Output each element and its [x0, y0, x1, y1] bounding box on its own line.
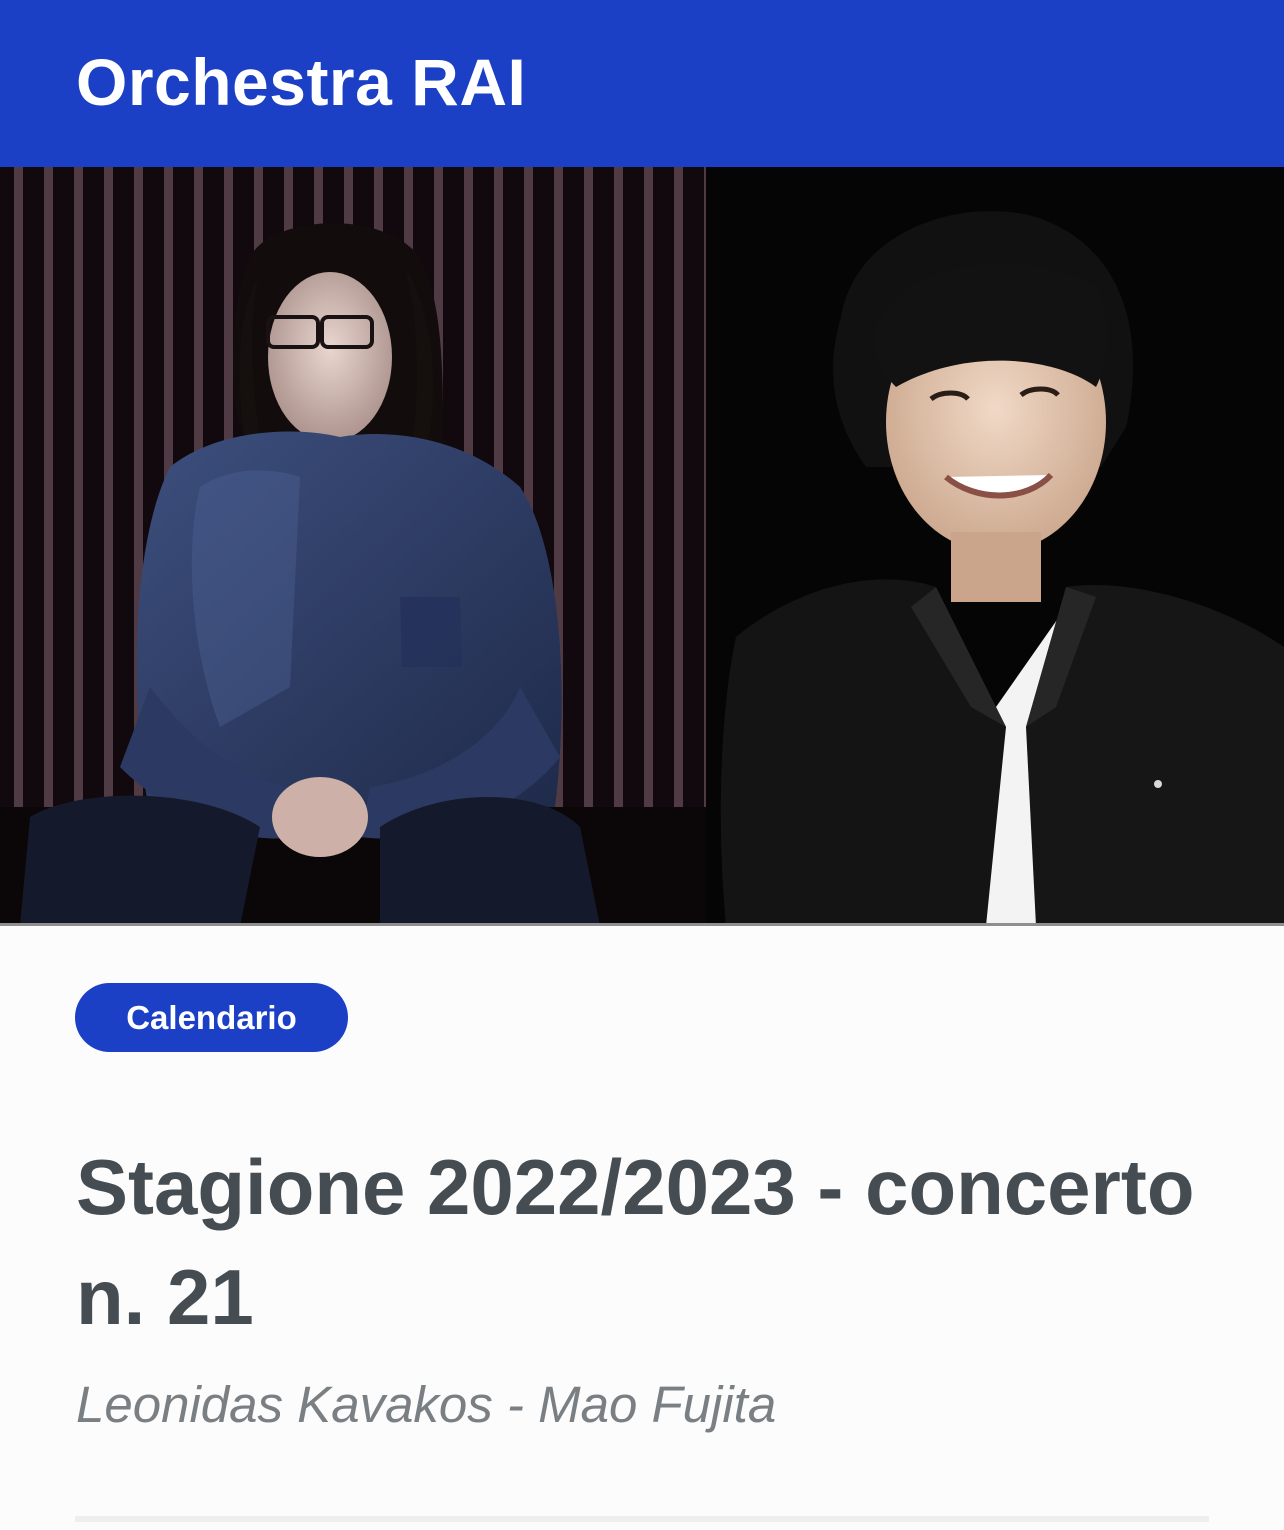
hero-bottom-border [0, 923, 1284, 926]
hero-photo-left [0, 167, 706, 926]
app-title: Orchestra RAI [76, 45, 527, 119]
hero-image [0, 167, 1284, 926]
page: Orchestra RAI Calendario Stagione 2022/2… [0, 0, 1284, 1530]
article-subtitle: Leonidas Kavakos - Mao Fujita [76, 1376, 777, 1433]
article-title: Stagione 2022/2023 - concerto n. 21 [76, 1143, 1195, 1341]
portrait-left-illustration [0, 167, 706, 926]
app-header: Orchestra RAI [0, 0, 1284, 167]
category-chip-calendario[interactable]: Calendario [75, 983, 348, 1052]
section-divider [75, 1516, 1209, 1522]
hero-photo-right [706, 167, 1284, 926]
portrait-right-illustration [706, 167, 1284, 926]
